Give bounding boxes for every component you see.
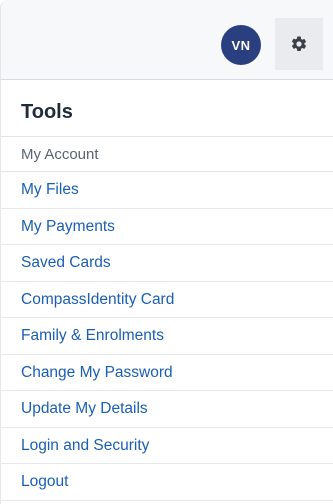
menu-item: Family & Enrolments — [1, 318, 333, 355]
tools-panel: VN Tools My Account My Files My Payments… — [0, 0, 333, 504]
tools-title: Tools — [21, 101, 73, 123]
menu-item: Saved Cards — [1, 245, 333, 282]
saved-cards-link[interactable]: Saved Cards — [21, 254, 111, 272]
section-label: My Account — [21, 146, 99, 163]
menu-item: Logout — [1, 464, 333, 501]
settings-button[interactable] — [275, 18, 323, 70]
menu-item: CompassIdentity Card — [1, 282, 333, 318]
change-password-link[interactable]: Change My Password — [21, 364, 173, 382]
logout-link[interactable]: Logout — [21, 473, 68, 491]
menu-item: Login and Security — [1, 428, 333, 464]
my-files-link[interactable]: My Files — [21, 181, 79, 199]
account-menu: My Files My Payments Saved Cards Compass… — [1, 172, 333, 501]
menu-item: Update My Details — [1, 391, 333, 428]
gear-icon — [291, 36, 307, 51]
panel-header: VN — [0, 0, 333, 80]
my-payments-link[interactable]: My Payments — [21, 218, 115, 236]
tools-body: Tools My Account My Files My Payments Sa… — [0, 80, 333, 504]
login-security-link[interactable]: Login and Security — [21, 437, 149, 455]
menu-item: My Files — [1, 172, 333, 209]
menu-item: Change My Password — [1, 355, 333, 391]
avatar[interactable]: VN — [221, 25, 261, 65]
family-enrolments-link[interactable]: Family & Enrolments — [21, 327, 164, 345]
update-details-link[interactable]: Update My Details — [21, 400, 148, 418]
menu-item: My Payments — [1, 209, 333, 245]
my-account-section-header: My Account — [1, 136, 333, 172]
compass-identity-card-link[interactable]: CompassIdentity Card — [21, 291, 174, 309]
